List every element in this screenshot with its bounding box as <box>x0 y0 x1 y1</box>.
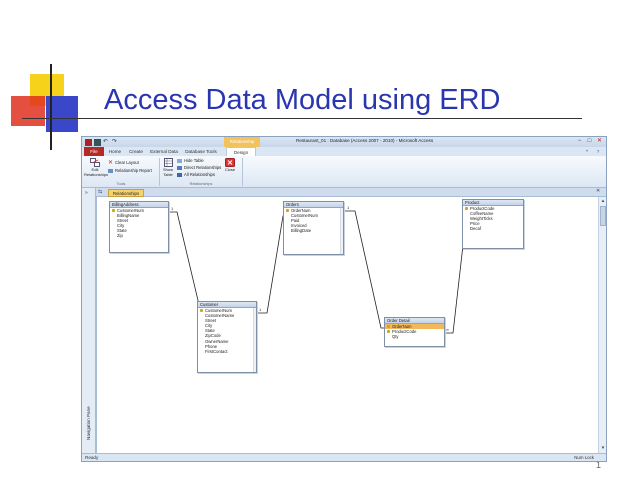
scroll-up-icon[interactable]: ▴ <box>600 198 606 204</box>
tab-relationships[interactable]: Relationships <box>108 189 144 197</box>
tab-create[interactable]: Create <box>126 147 146 156</box>
all-relationships-button[interactable]: All Relationships <box>177 172 215 177</box>
vertical-scrollbar[interactable]: ▴ ▾ <box>598 197 606 453</box>
tab-database-tools[interactable]: Database Tools <box>182 147 220 156</box>
help-icon[interactable]: ? <box>593 147 603 156</box>
field-decaf[interactable]: Decaf <box>463 226 523 231</box>
direct-relationships-label: Direct Relationships <box>184 165 222 170</box>
slide-title-underline <box>22 118 582 119</box>
navigation-pane-label: Navigation Pane <box>86 406 91 440</box>
slide-decoration-vertical-line <box>50 64 52 150</box>
redo-icon[interactable]: ↷ <box>112 139 119 146</box>
field-zip[interactable]: Zip <box>110 233 168 238</box>
num-lock-indicator: Num Lock <box>574 455 594 460</box>
hide-table-button[interactable]: Hide Table <box>177 158 204 163</box>
show-table-button[interactable]: Show Table <box>161 158 175 177</box>
navigation-pane[interactable]: » Navigation Pane <box>82 188 96 453</box>
ribbon: Edit Relationships ✕ Clear Layout Relati… <box>82 156 606 188</box>
tab-home[interactable]: Home <box>106 147 124 156</box>
all-relationships-icon <box>177 172 182 177</box>
edit-relationships-label: Edit Relationships <box>84 167 109 177</box>
show-table-label: Show Table <box>162 167 173 177</box>
relationship-tools-context-label: Relationship Tools <box>224 137 260 154</box>
minimize-button[interactable]: − <box>575 138 584 145</box>
show-table-icon <box>163 158 173 167</box>
slide-title: Access Data Model using ERD <box>104 84 501 116</box>
table-product[interactable]: Product ProductCode CoffeeName WeightTic… <box>462 199 524 249</box>
relationships-group-label: Relationships <box>189 182 213 186</box>
close-button[interactable]: Close <box>222 158 238 173</box>
slide-decoration-red-square <box>11 96 45 126</box>
tools-group-label: Tools <box>116 182 126 186</box>
quick-access-toolbar: ↶ ↷ <box>85 138 119 146</box>
edit-relationships-icon <box>90 158 100 167</box>
relationships-canvas[interactable]: 1 1 1 ∞ 1 ∞ 1 ∞ BillingAddress CustomerN… <box>96 197 598 453</box>
table-order-detail[interactable]: Order Detail OrderNum ProductCode Qty <box>384 317 445 347</box>
relationship-end-label: 1 <box>347 205 350 210</box>
status-bar: Ready Num Lock <box>82 453 606 461</box>
tab-file[interactable]: File <box>84 147 104 156</box>
maximize-button[interactable]: □ <box>585 138 594 145</box>
undo-icon[interactable]: ↶ <box>103 139 110 146</box>
relationships-doc-icon: ⇆ <box>98 189 103 195</box>
relationship-report-icon <box>108 168 113 173</box>
field-billingdate[interactable]: BillingDate <box>284 228 343 233</box>
all-relationships-label: All Relationships <box>184 172 215 177</box>
close-icon <box>225 158 235 167</box>
group-separator <box>242 158 243 186</box>
relationship-end-label: 1 <box>171 206 174 211</box>
field-qty[interactable]: Qty <box>385 334 444 339</box>
minimize-ribbon-icon[interactable]: ^ <box>582 147 592 156</box>
direct-relationships-icon <box>177 165 182 170</box>
tab-external-data[interactable]: External Data <box>148 147 180 156</box>
access-app-icon[interactable] <box>85 138 92 146</box>
table-billing-address[interactable]: BillingAddress CustomerNum BillingName S… <box>109 201 169 253</box>
window-title: Restaurant_01 : Database (Access 2007 - … <box>296 138 434 143</box>
scroll-down-icon[interactable]: ▾ <box>600 445 606 451</box>
clear-layout-button[interactable]: ✕ Clear Layout <box>108 159 139 166</box>
field-firstcontact[interactable]: FirstContact <box>198 349 256 354</box>
hide-table-icon <box>177 158 182 163</box>
tab-design[interactable]: Design <box>226 147 256 156</box>
close-window-button[interactable]: ✕ <box>595 138 604 145</box>
close-document-icon[interactable]: ✕ <box>596 188 600 194</box>
table-customer[interactable]: Customer CustomerNum CustomerName Street… <box>197 301 257 373</box>
nav-pane-toggle-icon[interactable]: » <box>85 190 88 196</box>
relationship-report-button[interactable]: Relationship Report <box>108 168 152 173</box>
access-window: ↶ ↷ Relationship Tools Restaurant_01 : D… <box>81 136 607 462</box>
save-icon[interactable] <box>94 138 101 146</box>
clear-layout-icon: ✕ <box>108 160 114 166</box>
edit-relationships-button[interactable]: Edit Relationships <box>84 158 109 177</box>
close-label: Close <box>224 167 236 172</box>
direct-relationships-button[interactable]: Direct Relationships <box>177 165 221 170</box>
status-text: Ready <box>85 455 99 460</box>
clear-layout-label: Clear Layout <box>115 160 139 165</box>
ribbon-tab-row: File Home Create External Data Database … <box>82 147 606 156</box>
table-scrollbar[interactable] <box>340 208 343 254</box>
navigation-pane-label-wrap: Navigation Pane <box>83 308 95 440</box>
relationship-end-label: 1 <box>259 307 262 312</box>
window-titlebar: ↶ ↷ Relationship Tools Restaurant_01 : D… <box>82 137 606 154</box>
table-orders[interactable]: Orders OrderNum CustomerNum Paid Invoice… <box>283 201 344 255</box>
hide-table-label: Hide Table <box>184 158 204 163</box>
table-scrollbar[interactable] <box>253 308 256 372</box>
scroll-thumb[interactable] <box>600 206 606 226</box>
relationship-end-label: ∞ <box>446 327 449 332</box>
relationship-report-label: Relationship Report <box>115 168 152 173</box>
group-separator <box>159 158 160 186</box>
document-tab-strip: ⇆ Relationships ✕ <box>96 188 606 197</box>
